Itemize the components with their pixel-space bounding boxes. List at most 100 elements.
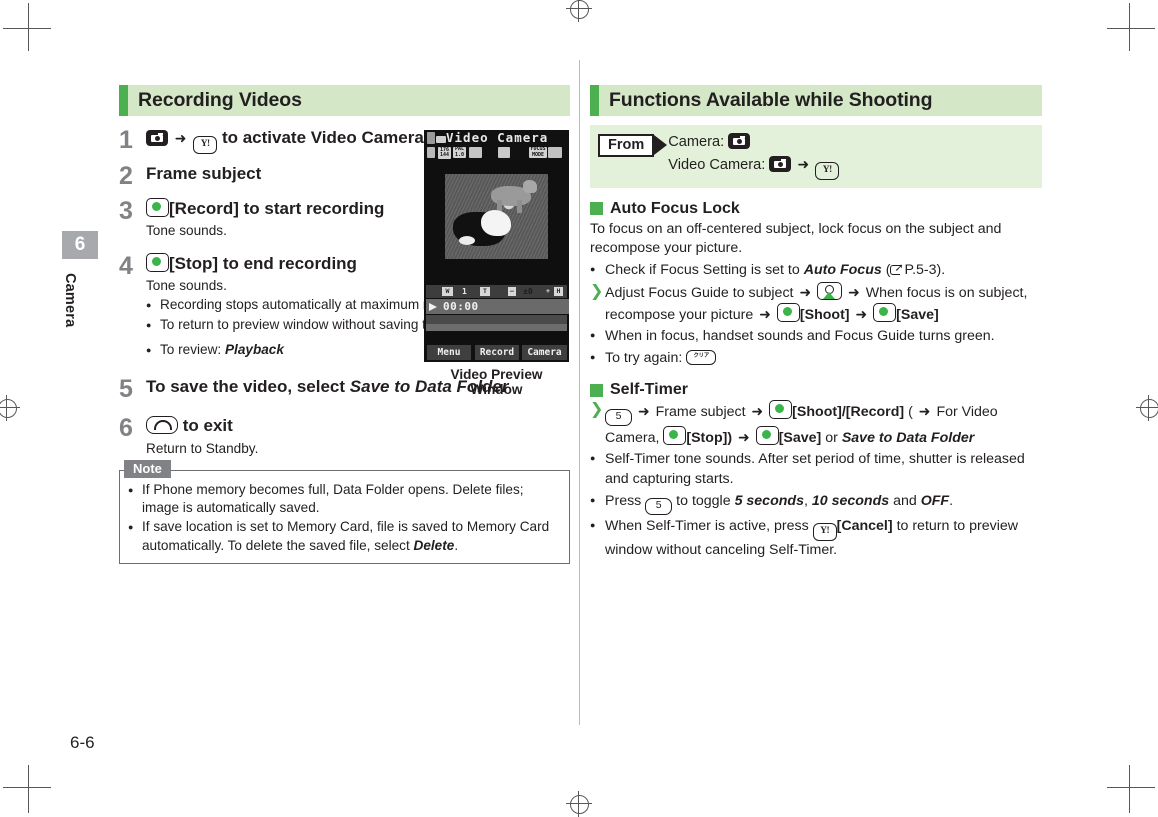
- figure-caption: Video Preview Window: [450, 367, 543, 397]
- right-column: Functions Available while Shooting From …: [590, 85, 1042, 561]
- preview-subject-a-body: [481, 210, 511, 236]
- resolution-icon: 176 144: [438, 146, 451, 159]
- end-key-icon: [146, 416, 178, 435]
- arrow-icon: ➜: [759, 306, 771, 323]
- bullet-text: When Self-Timer is active, press Y! [Canc…: [605, 517, 1042, 561]
- save-softkey-label: [Save]: [896, 307, 939, 324]
- save-to-data-folder-label: Save to Data Folder: [841, 430, 975, 447]
- from-arrow-icon: [654, 135, 668, 155]
- section-title: Functions Available while Shooting: [609, 89, 933, 111]
- crop-mark-br-v: [1129, 765, 1130, 813]
- chapter-tab: 6 Camera: [62, 231, 98, 335]
- mode-icon: [469, 147, 482, 158]
- focus-mode-icon: FOCUS MODE: [529, 146, 547, 158]
- step-6: 6 to exit Return to Standby.: [119, 415, 570, 458]
- or-word: or: [825, 430, 838, 447]
- bullet-dot: ●: [590, 352, 596, 363]
- digit-5-key-icon: 5: [645, 497, 673, 515]
- subheading-text: Self-Timer: [610, 381, 688, 399]
- arrow-icon: ➜: [848, 283, 860, 300]
- registration-mark-left: [0, 395, 20, 421]
- brightness-max-icon: H: [554, 286, 563, 296]
- procedure-marker-icon: ❯: [590, 282, 604, 300]
- center-key-icon: [146, 198, 169, 217]
- bullet-text-pre: Check if Focus Setting is set to: [605, 262, 800, 279]
- bullet-item: ● Self-Timer tone sounds. After set peri…: [590, 450, 1042, 490]
- section-title: Recording Videos: [138, 89, 302, 111]
- brightness-plus-icon: +: [546, 286, 550, 295]
- softkey-menu[interactable]: Menu: [427, 345, 471, 360]
- option-5-seconds: 5 seconds: [734, 492, 804, 509]
- softkey-record[interactable]: Record: [475, 345, 519, 360]
- step-number: 6: [119, 414, 133, 443]
- procedure-step-a: Frame subject: [655, 404, 746, 421]
- bullet-text: When in focus, handset sounds and Focus …: [605, 328, 995, 345]
- signal-icon: [436, 136, 446, 143]
- wide-icon: W: [442, 286, 453, 296]
- bullet-item: ● When Self-Timer is active, press Y! [Ca…: [590, 517, 1042, 561]
- bullet-text-pre: To review:: [160, 342, 222, 358]
- bullet-text: To try again: クリア: [605, 349, 1042, 369]
- video-preview-figure: Video Camera 176144 PAL1.0 FOCUSMODE: [424, 130, 569, 397]
- bullet-text-post: .: [949, 492, 954, 509]
- step-number: 2: [119, 162, 133, 190]
- bullet-item: ● To try again: クリア: [590, 349, 1042, 369]
- arrow-icon: ➜: [637, 403, 650, 420]
- registration-mark-bottom: [566, 791, 592, 817]
- from-lines: Camera: Video Camera: ➜ Y!: [668, 132, 840, 180]
- arrow-icon: ➜: [751, 403, 764, 420]
- screen-filler-bar-2: [426, 324, 567, 331]
- recording-timer: 00:00: [426, 299, 569, 314]
- focus-key-icon: [817, 281, 843, 300]
- clear-key-icon: クリア: [686, 350, 717, 366]
- reference-arrow-icon: ➚: [890, 263, 904, 276]
- bullet-text-pre: Press: [605, 492, 642, 509]
- shoot-softkey-label: [Shoot]: [792, 404, 842, 421]
- option-off: OFF: [920, 492, 950, 509]
- bullet-text-post: ).: [936, 262, 946, 279]
- chapter-number: 6: [62, 231, 98, 259]
- crop-mark-br-h: [1107, 787, 1155, 788]
- bullet-item: ● Check if Focus Setting is set to Auto …: [590, 261, 1042, 281]
- paren-open: (: [908, 404, 913, 421]
- screen-status-bar: W 1 T – ±0 + H: [426, 285, 567, 298]
- camera-key-icon: [146, 130, 168, 146]
- manual-page: 6 Camera 6-6 Recording Videos 1 ➜ Y! to …: [0, 0, 1158, 817]
- timer-value: 00:00: [443, 300, 479, 313]
- subheading-text: Auto Focus Lock: [610, 199, 740, 217]
- registration-mark-right: [1136, 395, 1158, 421]
- note-text: If Phone memory becomes full, Data Folde…: [142, 481, 524, 516]
- note-item: ● If save location is set to Memory Card…: [128, 518, 561, 554]
- from-line-camera-label: Camera:: [668, 134, 725, 150]
- bullet-text-italic: Playback: [224, 342, 284, 358]
- auto-focus-paragraph: To focus on an off-centered subject, loc…: [590, 220, 1002, 257]
- note-item: ● If Phone memory becomes full, Data Fol…: [128, 481, 561, 517]
- step-number: 1: [119, 126, 133, 154]
- header-accent-bar: [590, 85, 599, 116]
- bullet-dot: ●: [590, 264, 596, 275]
- section-header-functions-available: Functions Available while Shooting: [590, 85, 1042, 116]
- preview-subject-b-head: [523, 180, 537, 193]
- bullet-text-pre: To try again:: [605, 350, 683, 367]
- from-label: From: [598, 134, 655, 157]
- bullet-text-pre: When Self-Timer is active, press: [605, 517, 809, 534]
- step-title: to exit: [146, 415, 570, 437]
- subheading-self-timer: Self-Timer: [590, 381, 1042, 399]
- arrow-icon: ➜: [855, 306, 868, 323]
- arrow-icon: ➜: [797, 155, 810, 172]
- softkey-camera[interactable]: Camera: [522, 345, 567, 360]
- header-accent-bar: [119, 85, 128, 116]
- bullet-item: ● Press 5 to toggle 5 seconds, 10 second…: [590, 492, 1042, 515]
- stop-softkey-label: [Stop]): [686, 430, 733, 447]
- green-square-icon: [590, 202, 603, 216]
- procedure-item: ❯ Adjust Focus Guide to subject ➜ ➜ When…: [590, 281, 1042, 325]
- crop-mark-tl-h: [3, 28, 51, 29]
- preview-subject-a-paw: [459, 236, 475, 245]
- yahoo-key-icon: Y!: [815, 161, 840, 180]
- step-number: 5: [119, 375, 133, 404]
- bullet-text-mid: to toggle: [676, 492, 731, 509]
- quality-icon: PAL 1.0: [453, 146, 466, 158]
- procedure-marker-icon: ❯: [590, 401, 604, 419]
- bullet-dot: ●: [128, 484, 134, 495]
- center-key-icon: [663, 426, 687, 446]
